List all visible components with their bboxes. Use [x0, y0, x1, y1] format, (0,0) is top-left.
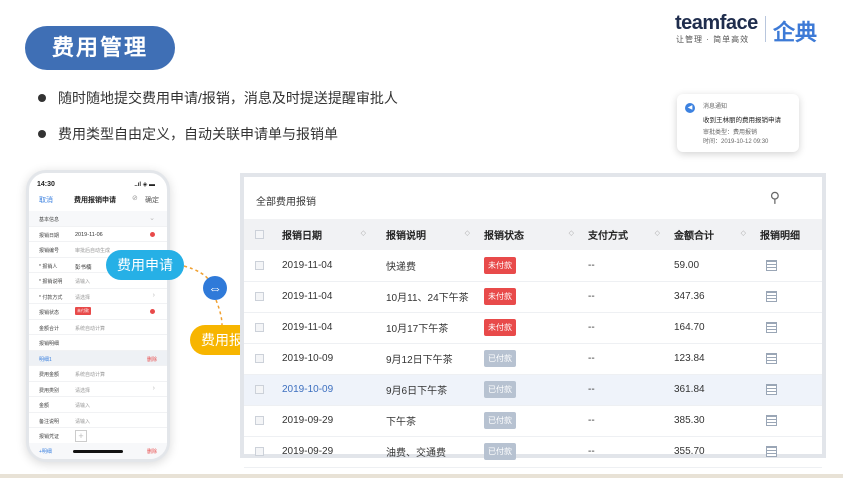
- cell-date: 2019-11-04: [270, 281, 374, 313]
- cell-date: 2019-10-09: [270, 374, 374, 406]
- cell-status: 未付款: [478, 250, 582, 282]
- cell-payment: --: [582, 281, 668, 313]
- row-select-cell: [244, 250, 270, 282]
- bottom-divider: [0, 474, 843, 478]
- select-all-checkbox[interactable]: [255, 229, 264, 239]
- cell-date: 2019-10-09: [270, 343, 374, 375]
- cell-payment: --: [582, 250, 668, 282]
- cell-amount: 123.84: [668, 343, 754, 375]
- detail-table-icon[interactable]: [766, 290, 777, 302]
- table-row[interactable]: 2019-09-29 下午茶 已付款 -- 385.30: [244, 405, 822, 437]
- cell-date: 2019-11-04: [270, 250, 374, 282]
- expense-list-window: 全部费用报销 ⚲ 报销日期 ◇ 报销说明 ◇ 报销状态 ◇ 支付方式 ◇ 金额合计 ◇ 报…: [240, 173, 826, 468]
- cell-amount: 164.70: [668, 312, 754, 344]
- detail-table-icon[interactable]: [766, 259, 777, 271]
- table-row[interactable]: 2019-11-04 10月11、24下午茶 未付款 -- 347.36: [244, 281, 822, 313]
- column-header[interactable]: 报销明细: [754, 219, 822, 250]
- cell-amount: 361.84: [668, 374, 754, 406]
- row-checkbox[interactable]: [255, 322, 264, 332]
- cell-payment: --: [582, 436, 668, 468]
- row-select-cell: [244, 312, 270, 344]
- status-badge: 已付款: [484, 443, 516, 460]
- cell-payment: --: [582, 312, 668, 344]
- status-badge: 未付款: [484, 288, 516, 305]
- detail-table-icon[interactable]: [766, 414, 777, 426]
- cell-description: 快递费: [374, 250, 478, 282]
- window-title: 全部费用报销: [256, 197, 316, 208]
- cell-detail: [754, 436, 822, 468]
- cell-status: 已付款: [478, 343, 582, 375]
- table-row[interactable]: 2019-09-29 油费、交通费 已付款 -- 355.70: [244, 436, 822, 468]
- cell-status: 未付款: [478, 281, 582, 313]
- row-checkbox[interactable]: [255, 291, 264, 301]
- search-icon[interactable]: ⚲: [770, 189, 780, 206]
- row-checkbox[interactable]: [255, 415, 264, 425]
- status-badge: 已付款: [484, 412, 516, 429]
- select-all-cell: [244, 219, 270, 250]
- cell-detail: [754, 281, 822, 313]
- sort-icon[interactable]: ◇: [655, 229, 660, 237]
- cell-description: 10月11、24下午茶: [374, 281, 478, 313]
- status-badge: 已付款: [484, 381, 516, 398]
- cell-status: 已付款: [478, 405, 582, 437]
- table-row[interactable]: 2019-10-09 9月6日下午茶 已付款 -- 361.84: [244, 374, 822, 406]
- column-header[interactable]: 金额合计 ◇: [668, 219, 754, 250]
- row-select-cell: [244, 405, 270, 437]
- detail-table-icon[interactable]: [766, 383, 777, 395]
- cell-description: 9月6日下午茶: [374, 374, 478, 406]
- table-row[interactable]: 2019-10-09 9月12日下午茶 已付款 -- 123.84: [244, 343, 822, 375]
- table-row[interactable]: 2019-11-04 10月17下午茶 未付款 -- 164.70: [244, 312, 822, 344]
- sort-icon[interactable]: ◇: [569, 229, 574, 237]
- cell-detail: [754, 250, 822, 282]
- status-badge: 未付款: [484, 319, 516, 336]
- detail-table-icon[interactable]: [766, 352, 777, 364]
- sort-icon[interactable]: ◇: [741, 229, 746, 237]
- cell-description: 下午茶: [374, 405, 478, 437]
- window-header: 全部费用报销 ⚲: [244, 177, 822, 219]
- cell-detail: [754, 374, 822, 406]
- detail-table-icon[interactable]: [766, 445, 777, 457]
- cell-date: 2019-09-29: [270, 405, 374, 437]
- cell-detail: [754, 343, 822, 375]
- cell-description: 10月17下午茶: [374, 312, 478, 344]
- column-header[interactable]: 报销日期 ◇: [270, 219, 374, 250]
- column-header[interactable]: 支付方式 ◇: [582, 219, 668, 250]
- cell-status: 已付款: [478, 374, 582, 406]
- table-row[interactable]: 2019-11-04 快递费 未付款 -- 59.00: [244, 250, 822, 282]
- cell-payment: --: [582, 405, 668, 437]
- cell-status: 已付款: [478, 436, 582, 468]
- cell-payment: --: [582, 374, 668, 406]
- status-badge: 已付款: [484, 350, 516, 367]
- cell-description: 9月12日下午茶: [374, 343, 478, 375]
- row-checkbox[interactable]: [255, 353, 264, 363]
- cell-amount: 355.70: [668, 436, 754, 468]
- link-icon: ⇔: [203, 276, 227, 300]
- cell-amount: 385.30: [668, 405, 754, 437]
- cell-status: 未付款: [478, 312, 582, 344]
- cell-date: 2019-11-04: [270, 312, 374, 344]
- cell-detail: [754, 312, 822, 344]
- column-header[interactable]: 报销状态 ◇: [478, 219, 582, 250]
- cell-date: 2019-09-29: [270, 436, 374, 468]
- cell-description: 油费、交通费: [374, 436, 478, 468]
- sort-icon[interactable]: ◇: [361, 229, 366, 237]
- cell-amount: 59.00: [668, 250, 754, 282]
- expense-apply-label: 费用申请: [106, 250, 184, 280]
- row-select-cell: [244, 343, 270, 375]
- table-header-row: 报销日期 ◇ 报销说明 ◇ 报销状态 ◇ 支付方式 ◇ 金额合计 ◇ 报销明细: [244, 219, 822, 250]
- row-checkbox[interactable]: [255, 446, 264, 456]
- cell-detail: [754, 405, 822, 437]
- row-select-cell: [244, 281, 270, 313]
- expense-table: 报销日期 ◇ 报销说明 ◇ 报销状态 ◇ 支付方式 ◇ 金额合计 ◇ 报销明细 2019-…: [244, 219, 822, 468]
- row-select-cell: [244, 436, 270, 468]
- row-checkbox[interactable]: [255, 384, 264, 394]
- status-badge: 未付款: [484, 256, 516, 274]
- cell-amount: 347.36: [668, 281, 754, 313]
- detail-table-icon[interactable]: [766, 321, 777, 333]
- row-select-cell: [244, 374, 270, 406]
- column-header[interactable]: 报销说明 ◇: [374, 219, 478, 250]
- row-checkbox[interactable]: [255, 260, 264, 270]
- cell-payment: --: [582, 343, 668, 375]
- sort-icon[interactable]: ◇: [465, 229, 470, 237]
